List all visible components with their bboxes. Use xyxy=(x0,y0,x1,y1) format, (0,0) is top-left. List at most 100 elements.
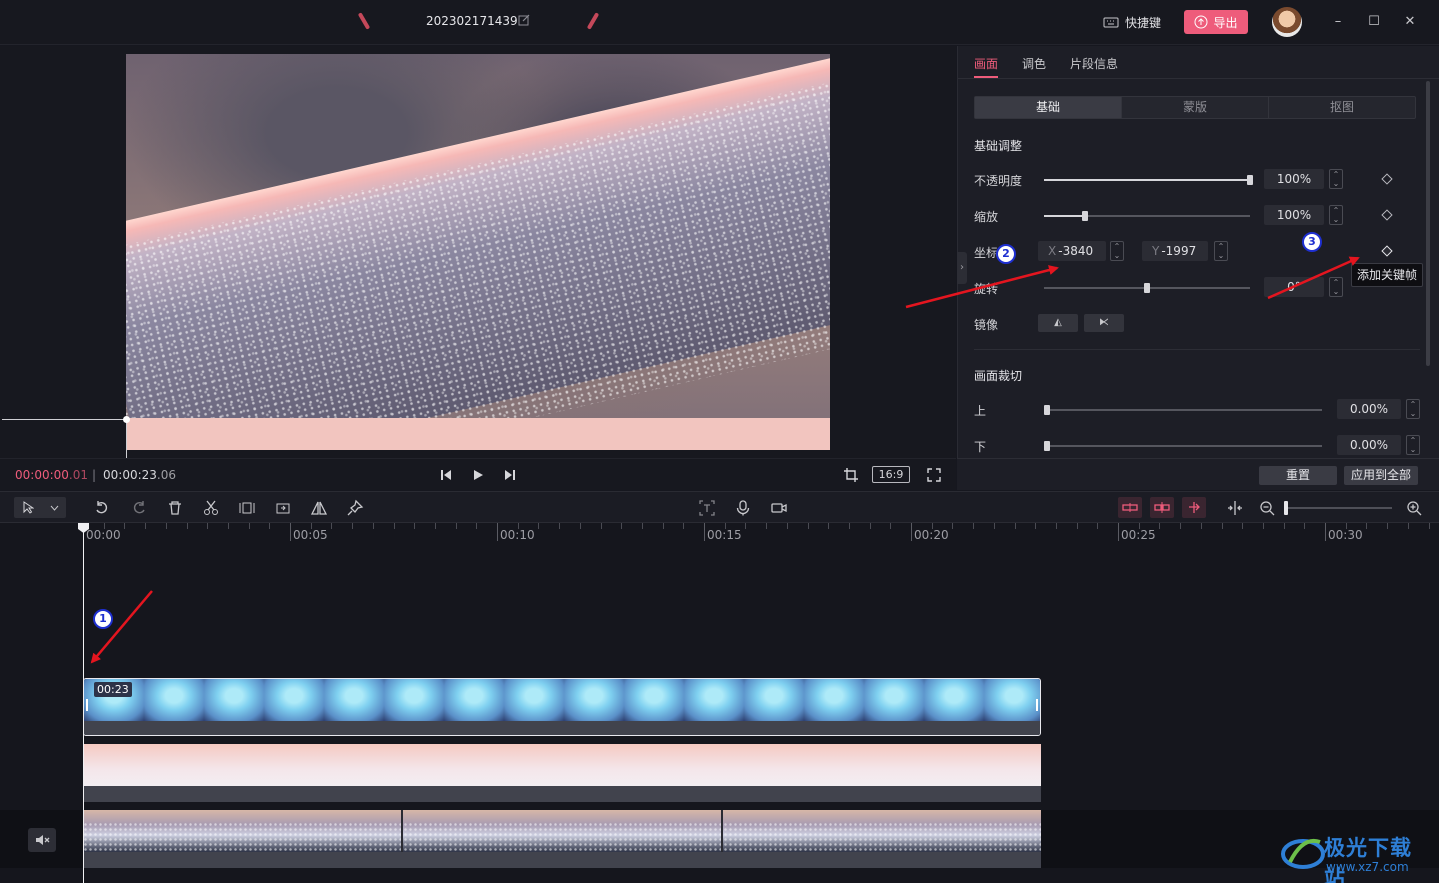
apply-all-button[interactable]: 应用到全部 xyxy=(1344,466,1418,485)
zoom-out-icon[interactable] xyxy=(1258,499,1276,517)
main-video-clip[interactable] xyxy=(83,810,1041,868)
rotation-label: 旋转 xyxy=(974,282,999,296)
position-x-field[interactable]: X -3840 xyxy=(1038,241,1106,261)
crop-top-slider-thumb[interactable] xyxy=(1044,405,1050,415)
tab-picture[interactable]: 画面 xyxy=(974,55,998,72)
flip-horizontal-button[interactable]: ◭ xyxy=(1038,314,1078,332)
keyframe-diamond-icon[interactable] xyxy=(1381,245,1393,257)
ruler-minor-tick xyxy=(517,523,519,529)
opacity-slider[interactable] xyxy=(1044,175,1253,185)
crop-icon[interactable] xyxy=(843,467,859,483)
redo-icon[interactable] xyxy=(130,499,148,517)
zoom-slider[interactable] xyxy=(1286,507,1392,509)
crop-top-slider[interactable] xyxy=(1044,405,1322,415)
position-y-stepper[interactable]: ⌃ ⌄ xyxy=(1214,241,1228,261)
rotation-stepper[interactable]: ⌃ ⌄ xyxy=(1329,277,1343,297)
keyboard-icon xyxy=(1103,17,1119,28)
fullscreen-icon[interactable] xyxy=(926,467,942,483)
opacity-value[interactable]: 100% xyxy=(1264,169,1324,189)
export-button[interactable]: 导出 xyxy=(1184,10,1248,34)
keyframe-diamond-icon[interactable] xyxy=(1381,173,1393,185)
reset-button[interactable]: 重置 xyxy=(1259,466,1337,485)
delete-icon[interactable] xyxy=(166,499,184,517)
zoom-slider-thumb[interactable] xyxy=(1284,501,1288,515)
position-x-stepper[interactable]: ⌃ ⌄ xyxy=(1110,241,1124,261)
maximize-icon[interactable]: ☐ xyxy=(1364,12,1384,32)
scale-stepper[interactable]: ⌃ ⌄ xyxy=(1329,205,1343,225)
crop-bottom-slider[interactable] xyxy=(1044,441,1322,451)
segment-basic[interactable]: 基础 xyxy=(975,97,1122,118)
linkage-button[interactable] xyxy=(1182,497,1206,518)
opacity-stepper[interactable]: ⌃ ⌄ xyxy=(1329,169,1343,189)
ruler-minor-tick xyxy=(103,523,105,529)
ruler-minor-tick xyxy=(372,523,374,529)
clip-trim-handle-left[interactable] xyxy=(86,699,88,711)
play-icon[interactable] xyxy=(470,467,486,483)
skip-previous-icon[interactable] xyxy=(438,467,454,483)
replace-icon[interactable] xyxy=(274,499,292,517)
ruler-minor-tick xyxy=(559,523,561,529)
clip-trim-handle-right[interactable] xyxy=(1036,699,1038,711)
ruler-label: 00:25 xyxy=(1121,528,1156,542)
undo-icon[interactable] xyxy=(93,499,111,517)
scale-slider-thumb[interactable] xyxy=(1082,211,1089,221)
crop-bottom-stepper[interactable]: ⌃ ⌄ xyxy=(1406,435,1420,455)
transform-handle[interactable] xyxy=(123,416,130,423)
main-track-magnet-button[interactable] xyxy=(1118,497,1142,518)
rotation-slider-thumb[interactable] xyxy=(1144,283,1150,293)
ruler-minor-tick xyxy=(621,523,623,529)
keyframe-diamond-icon[interactable] xyxy=(1381,209,1393,221)
playhead[interactable] xyxy=(83,529,84,883)
edit-icon[interactable] xyxy=(518,14,530,26)
mirror-icon[interactable] xyxy=(310,499,328,517)
rotation-slider[interactable] xyxy=(1044,283,1250,293)
time-ruler[interactable]: 00:00 00:05 00:10 00:15 00:20 00:25 00:30 xyxy=(0,523,1439,545)
crop-top-stepper[interactable]: ⌃ ⌄ xyxy=(1406,399,1420,419)
auto-snap-button[interactable] xyxy=(1150,497,1174,518)
zoom-in-icon[interactable] xyxy=(1405,499,1423,517)
preview-axis-icon[interactable] xyxy=(1226,499,1244,517)
segment-cutout[interactable]: 抠图 xyxy=(1269,97,1415,118)
position-label: 坐标 xyxy=(974,246,999,260)
scale-slider[interactable] xyxy=(1044,211,1250,221)
timeline-area[interactable]: 00:00 00:05 00:10 00:15 00:20 00:25 00:30 00:2… xyxy=(0,523,1439,883)
tab-clip-info[interactable]: 片段信息 xyxy=(1070,55,1118,72)
ruler-minor-tick xyxy=(434,523,436,529)
flip-vertical-button[interactable]: ⧔ xyxy=(1084,314,1124,332)
ruler-minor-tick xyxy=(1055,523,1057,529)
select-tool-dropdown[interactable] xyxy=(14,497,66,518)
aspect-ratio-button[interactable]: 16:9 xyxy=(872,466,910,483)
record-video-icon[interactable] xyxy=(770,499,788,517)
collapse-panel-icon[interactable]: › xyxy=(957,252,967,284)
segment-mask[interactable]: 蒙版 xyxy=(1122,97,1269,118)
ruler-minor-tick xyxy=(1387,523,1389,529)
rotation-value[interactable]: 0° xyxy=(1264,277,1324,297)
overlay-layer-preview[interactable] xyxy=(126,418,830,450)
skip-next-icon[interactable] xyxy=(502,467,518,483)
total-time-frames: .06 xyxy=(156,468,176,482)
crop-bottom-value[interactable]: 0.00% xyxy=(1337,435,1401,455)
minimize-icon[interactable]: – xyxy=(1328,12,1348,32)
video-preview[interactable] xyxy=(126,54,830,450)
opacity-slider-thumb[interactable] xyxy=(1247,175,1253,185)
split-icon[interactable] xyxy=(202,499,220,517)
crop-bottom-slider-thumb[interactable] xyxy=(1044,441,1050,451)
cursor-icon xyxy=(23,501,34,514)
project-name[interactable]: 202302171439 xyxy=(426,14,518,28)
crop-top-value[interactable]: 0.00% xyxy=(1337,399,1401,419)
text-recognize-icon[interactable] xyxy=(698,499,716,517)
position-y-field[interactable]: Y -1997 xyxy=(1142,241,1208,261)
tab-color[interactable]: 调色 xyxy=(1022,55,1046,72)
shortcut-button[interactable]: 快捷键 xyxy=(1103,12,1161,32)
overlay-clip-selected[interactable]: 00:23 xyxy=(83,678,1041,736)
mute-track-button[interactable] xyxy=(28,828,56,852)
ruler-minor-tick xyxy=(869,523,871,529)
overlay-clip[interactable] xyxy=(83,744,1041,802)
microphone-icon[interactable] xyxy=(734,499,752,517)
freeze-frame-icon[interactable] xyxy=(238,499,256,517)
close-icon[interactable]: ✕ xyxy=(1400,12,1420,32)
pin-icon[interactable] xyxy=(346,499,364,517)
panel-scrollbar[interactable] xyxy=(1426,81,1430,366)
scale-value[interactable]: 100% xyxy=(1264,205,1324,225)
user-avatar[interactable] xyxy=(1272,7,1302,37)
